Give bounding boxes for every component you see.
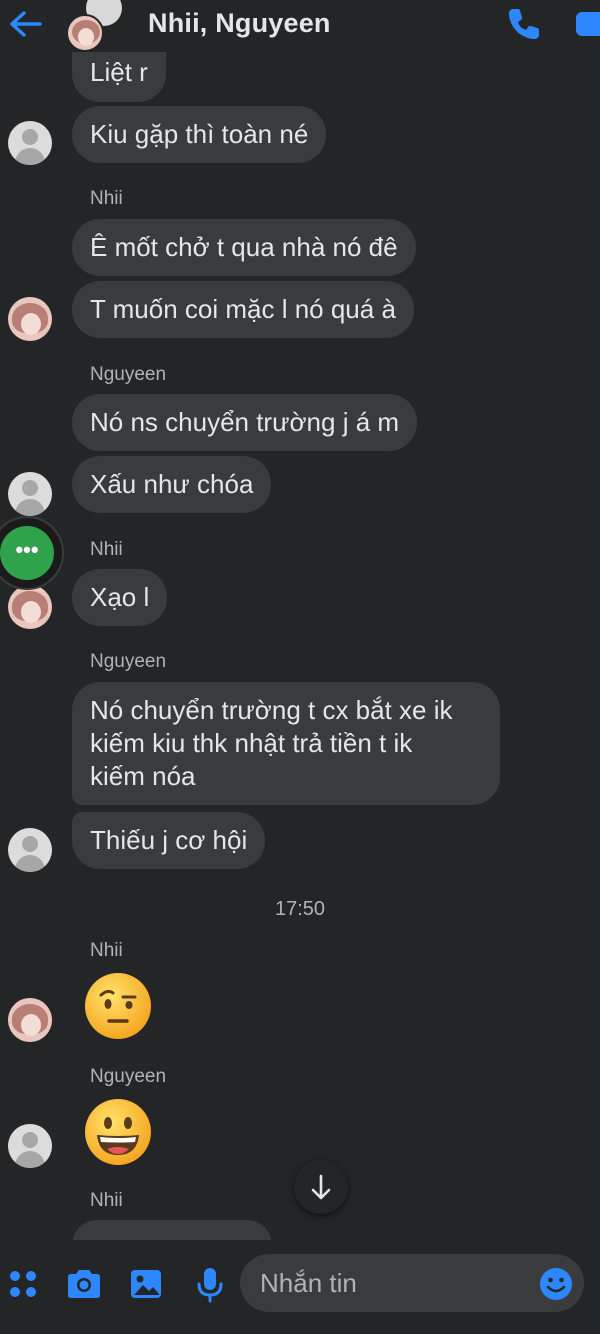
scroll-to-bottom-button[interactable] [294, 1160, 348, 1214]
grid-dots-icon [10, 1271, 36, 1297]
sender-name: Nhii [90, 188, 123, 209]
message-text-line: Nó chuyển trường t cx bắt xe ik [90, 695, 453, 725]
message-text: Xạo l [90, 582, 150, 612]
image-icon [131, 1270, 161, 1298]
message-text: Ê mốt chở t qua nhà nó đê [90, 232, 398, 262]
message-bubble[interactable]: T muốn coi mặc l nó quá à [72, 281, 414, 338]
message-text: Thiếu j cơ hội [90, 825, 248, 855]
avatar[interactable] [8, 121, 52, 165]
avatar[interactable] [8, 585, 52, 629]
gallery-button[interactable] [126, 1264, 166, 1304]
more-dots-icon: ••• [0, 526, 54, 580]
group-avatar[interactable] [66, 14, 104, 52]
conversation-header: Nhii, Nguyeen [0, 0, 600, 52]
camera-button[interactable] [64, 1264, 104, 1304]
sender-name: Nhii [90, 539, 123, 560]
video-icon [576, 12, 600, 36]
raised-eyebrow-emoji[interactable] [83, 971, 153, 1041]
sender-name: Nguyeen [90, 1066, 167, 1087]
call-button[interactable] [504, 4, 544, 44]
voice-button[interactable] [190, 1264, 230, 1304]
message-bubble[interactable]: Kiu gặp thì toàn né [72, 106, 327, 163]
message-bubble[interactable]: Nó chuyển trường t cx bắt xe ik kiếm kiu… [72, 682, 500, 805]
message-bubble[interactable]: Xấu như chóa [72, 456, 272, 513]
conversation-title[interactable]: Nhii, Nguyeen [148, 8, 331, 39]
sender-name: Nhii [90, 1190, 123, 1211]
message-text: Kiu gặp thì toàn né [90, 119, 309, 149]
message-bubble[interactable]: Nó ns chuyển trường j á m [72, 394, 418, 451]
avatar[interactable] [8, 828, 52, 872]
chat-head-bubble[interactable]: ••• [0, 516, 64, 590]
message-text-line: kiếm kiu thk nhật trả tiền t ik [90, 728, 413, 758]
avatar[interactable] [8, 297, 52, 341]
timestamp: 17:50 [274, 898, 326, 920]
phone-icon [509, 9, 539, 39]
message-bubble[interactable]: Liệt r [72, 48, 166, 102]
message-text: Xấu như chóa [90, 469, 254, 499]
message-text: Liệt r [90, 57, 148, 87]
emoji-button[interactable] [538, 1266, 574, 1302]
avatar[interactable] [8, 1124, 52, 1168]
back-button[interactable] [6, 6, 46, 42]
apps-button[interactable] [4, 1264, 44, 1304]
microphone-icon [197, 1268, 223, 1303]
message-bubble[interactable]: Ê mốt chở t qua nhà nó đê [72, 219, 416, 276]
message-text: Nó ns chuyển trường j á m [90, 407, 400, 437]
message-text-line: kiếm nóa [90, 761, 196, 791]
message-text: T muốn coi mặc l nó quá à [90, 294, 396, 324]
message-bubble[interactable]: Thiếu j cơ hội [72, 812, 266, 869]
sender-name: Nhii [90, 940, 123, 961]
sender-name: Nguyeen [90, 364, 167, 385]
message-bubble[interactable]: Xạo l [72, 569, 168, 626]
avatar[interactable] [8, 472, 52, 516]
avatar[interactable] [8, 998, 52, 1042]
arrow-down-icon [311, 1174, 331, 1200]
smile-icon [540, 1268, 572, 1300]
camera-icon [68, 1270, 100, 1298]
composer-bar [0, 1240, 600, 1334]
message-input[interactable] [240, 1254, 584, 1312]
video-call-button[interactable] [574, 8, 600, 38]
sender-name: Nguyeen [90, 651, 167, 672]
arrow-left-icon [10, 11, 42, 37]
grinning-emoji[interactable] [83, 1097, 153, 1167]
